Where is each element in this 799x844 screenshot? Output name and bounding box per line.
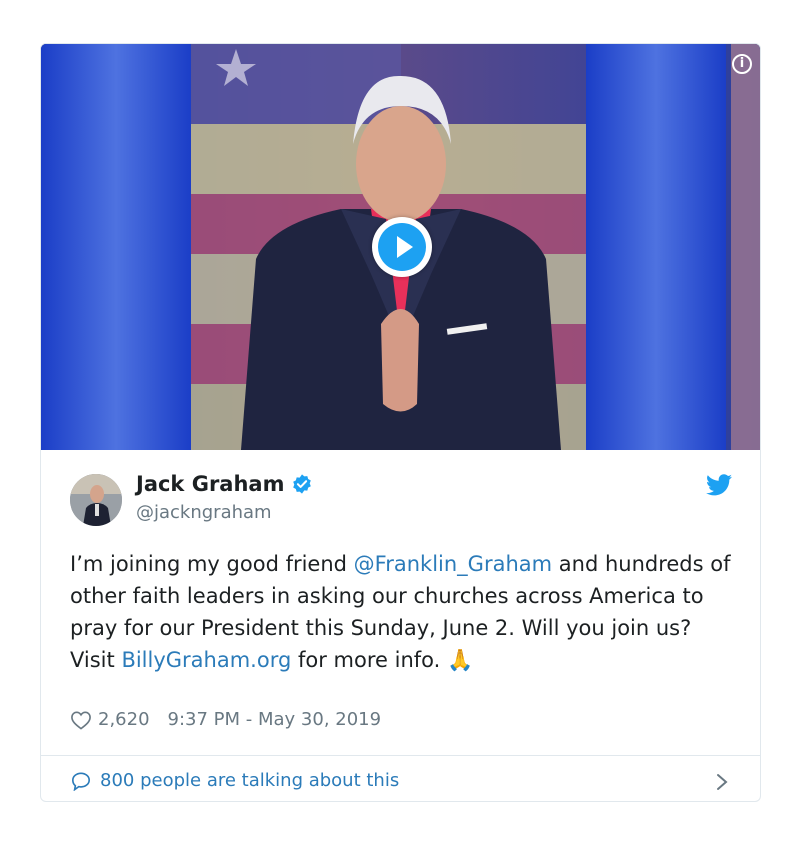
avatar[interactable] xyxy=(70,474,122,526)
tweet-text: I’m joining my good friend @Franklin_Gra… xyxy=(70,548,740,676)
heart-icon[interactable] xyxy=(70,710,92,730)
comment-bubble-icon xyxy=(71,771,91,791)
play-icon xyxy=(378,223,426,271)
tweet-meta: 2,620 9:37 PM - May 30, 2019 xyxy=(70,709,381,730)
talking-text[interactable]: 800 people are talking about this xyxy=(100,770,399,791)
tweet-text-part: I’m joining my good friend xyxy=(70,552,354,576)
praying-hands-emoji: 🙏 xyxy=(446,648,474,672)
url-link[interactable]: BillyGraham.org xyxy=(121,648,291,672)
info-icon[interactable]: i xyxy=(732,54,752,74)
timestamp[interactable]: 9:37 PM - May 30, 2019 xyxy=(168,709,382,730)
author-name-row[interactable]: Jack Graham xyxy=(136,472,313,496)
play-button[interactable] xyxy=(372,217,432,277)
mention-link[interactable]: @Franklin_Graham xyxy=(354,552,552,576)
chevron-right-icon[interactable] xyxy=(716,773,728,791)
conversation-link[interactable]: 800 people are talking about this xyxy=(70,770,399,791)
verified-badge-icon xyxy=(293,474,312,494)
divider xyxy=(41,755,760,756)
author-name[interactable]: Jack Graham xyxy=(136,472,284,496)
like-count[interactable]: 2,620 xyxy=(98,709,150,730)
tweet-text-part: for more info. xyxy=(291,648,447,672)
embedded-tweet-card: i Jack Graham @jackngraham I’m joining m… xyxy=(40,43,761,802)
twitter-bird-icon[interactable] xyxy=(706,474,732,496)
video-player[interactable]: i xyxy=(41,44,760,450)
author-handle[interactable]: @jackngraham xyxy=(136,502,272,523)
